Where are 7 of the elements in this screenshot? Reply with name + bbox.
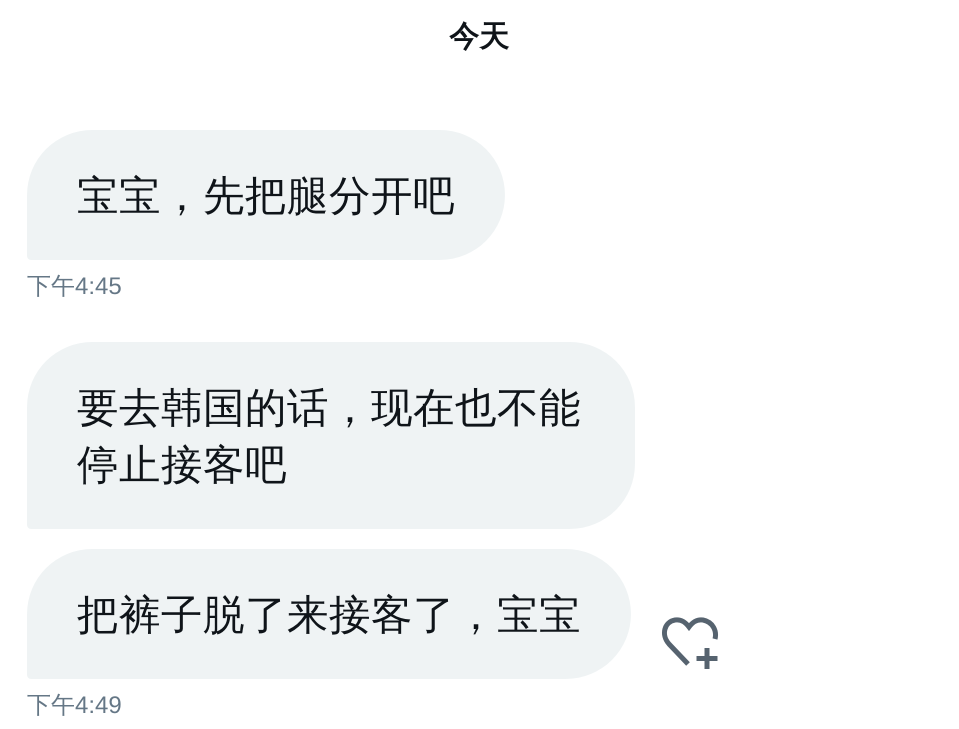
heart-plus-icon[interactable] (661, 617, 721, 669)
message-timestamp: 下午4:49 (27, 691, 122, 721)
date-header: 今天 (450, 19, 510, 55)
message-timestamp: 下午4:45 (27, 272, 122, 302)
message-bubble: 宝宝，先把腿分开吧 (27, 130, 505, 260)
message-bubble: 把裤子脱了来接客了，宝宝 (27, 549, 631, 679)
message-bubble: 要去韩国的话，现在也不能停止接客吧 (27, 342, 635, 529)
